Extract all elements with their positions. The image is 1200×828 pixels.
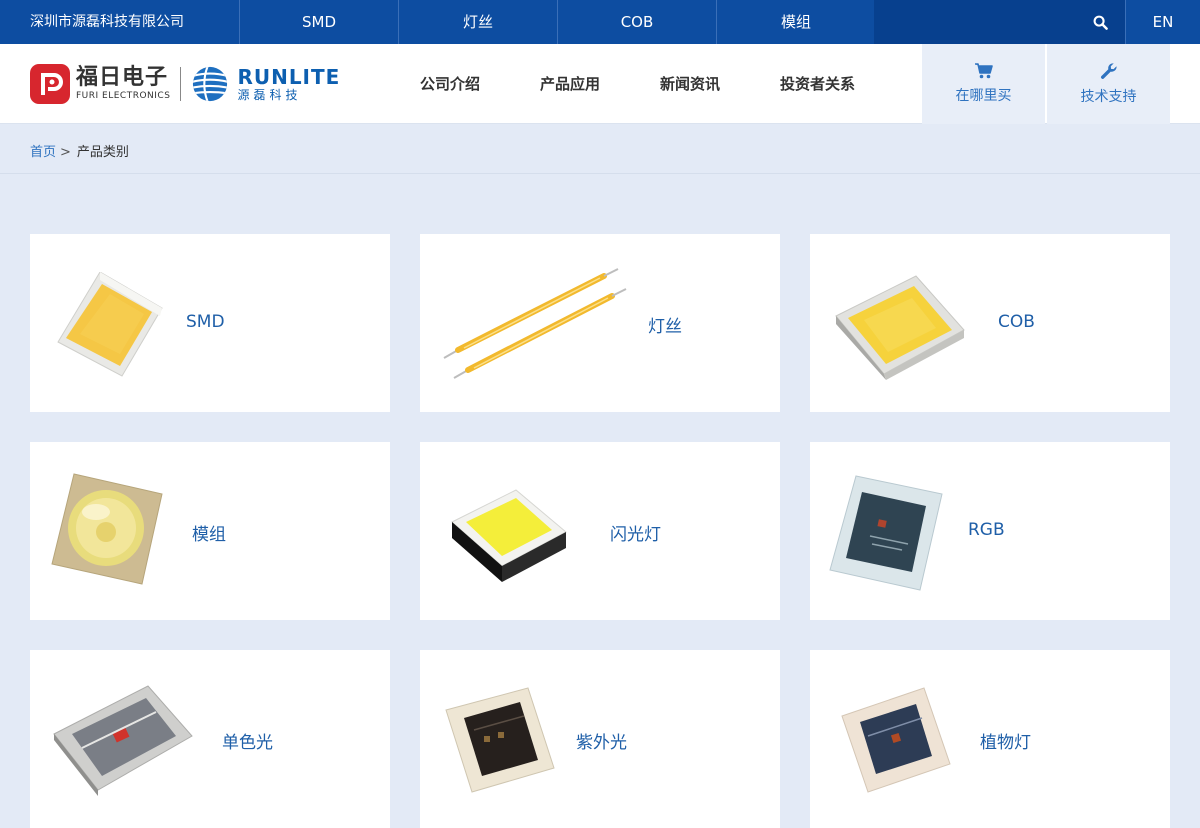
breadcrumb-current: 产品类别 [76, 145, 129, 160]
plant-led-image [841, 687, 951, 793]
nav-investors[interactable]: 投资者关系 [750, 44, 885, 124]
search-button[interactable] [1086, 0, 1114, 44]
top-nav-module[interactable]: 模组 [717, 0, 876, 44]
runlite-wordmark: RUNLITE 源磊科技 [237, 66, 340, 102]
product-card-module[interactable]: 模组 [30, 442, 390, 620]
smd-led-image [57, 272, 163, 377]
module-led-image [51, 473, 163, 585]
product-card-filament[interactable]: 灯丝 [420, 234, 780, 412]
runlite-globe-icon [193, 66, 228, 102]
product-name: 植物灯 [980, 733, 1031, 753]
furi-logo-icon [30, 64, 70, 104]
cart-icon [974, 63, 993, 79]
product-name: SMD [186, 312, 225, 332]
nav-about[interactable]: 公司介绍 [390, 44, 510, 124]
breadcrumb-separator: > [60, 145, 71, 160]
runlite-name-cn: 源磊科技 [237, 88, 302, 102]
search-icon [1093, 15, 1108, 30]
where-to-buy-button[interactable]: 在哪里买 [922, 44, 1045, 124]
product-card-plant[interactable]: 植物灯 [810, 650, 1170, 828]
logo-divider [180, 67, 182, 101]
product-name: RGB [968, 520, 1005, 540]
product-name: 紫外光 [576, 733, 627, 753]
product-name: 闪光灯 [610, 525, 661, 545]
nav-news[interactable]: 新闻资讯 [630, 44, 750, 124]
product-card-cob[interactable]: COB [810, 234, 1170, 412]
logo[interactable]: 福日电子 FURI ELECTRONICS RUNLITE 源磊科技 [30, 64, 340, 104]
runlite-name-en: RUNLITE [237, 65, 341, 89]
language-switch[interactable]: EN [1125, 0, 1200, 44]
header: 福日电子 FURI ELECTRONICS RUNLITE 源磊科技 公司介绍 … [0, 44, 1200, 124]
product-card-smd[interactable]: SMD [30, 234, 390, 412]
product-name: COB [998, 312, 1035, 332]
product-name: 灯丝 [648, 317, 682, 337]
product-card-rgb[interactable]: RGB [810, 442, 1170, 620]
wrench-icon [1100, 63, 1117, 79]
rgb-led-image [829, 475, 943, 591]
product-name: 单色光 [222, 733, 273, 753]
product-name: 模组 [192, 525, 226, 545]
filament-led-image [443, 268, 627, 379]
top-bar: 深圳市源磊科技有限公司 SMD 灯丝 COB 模组 EN [0, 0, 1200, 44]
top-nav-cob[interactable]: COB [558, 0, 717, 44]
cob-led-image [835, 275, 965, 380]
tech-support-label: 技术支持 [1080, 89, 1137, 105]
product-card-uv[interactable]: 紫外光 [420, 650, 780, 828]
furi-name-cn: 福日电子 [76, 65, 169, 90]
tech-support-button[interactable]: 技术支持 [1047, 44, 1170, 124]
nav-applications[interactable]: 产品应用 [510, 44, 630, 124]
uv-led-image [445, 687, 555, 793]
company-name: 深圳市源磊科技有限公司 [0, 0, 240, 44]
furi-name-en: FURI ELECTRONICS [76, 91, 171, 101]
where-to-buy-label: 在哪里买 [955, 88, 1012, 104]
flash-led-image [451, 489, 567, 582]
breadcrumb: 首页 > 产品类别 [30, 141, 129, 160]
monochrome-led-image [53, 685, 193, 796]
furi-wordmark: 福日电子 FURI ELECTRONICS [76, 66, 170, 102]
breadcrumb-home[interactable]: 首页 [30, 145, 56, 160]
main-nav: 公司介绍 产品应用 新闻资讯 投资者关系 [390, 44, 885, 124]
breadcrumb-bar: 首页 > 产品类别 [0, 124, 1200, 174]
product-card-monochrome[interactable]: 单色光 [30, 650, 390, 828]
product-card-flash[interactable]: 闪光灯 [420, 442, 780, 620]
top-nav-smd[interactable]: SMD [240, 0, 399, 44]
top-nav-filament[interactable]: 灯丝 [399, 0, 558, 44]
